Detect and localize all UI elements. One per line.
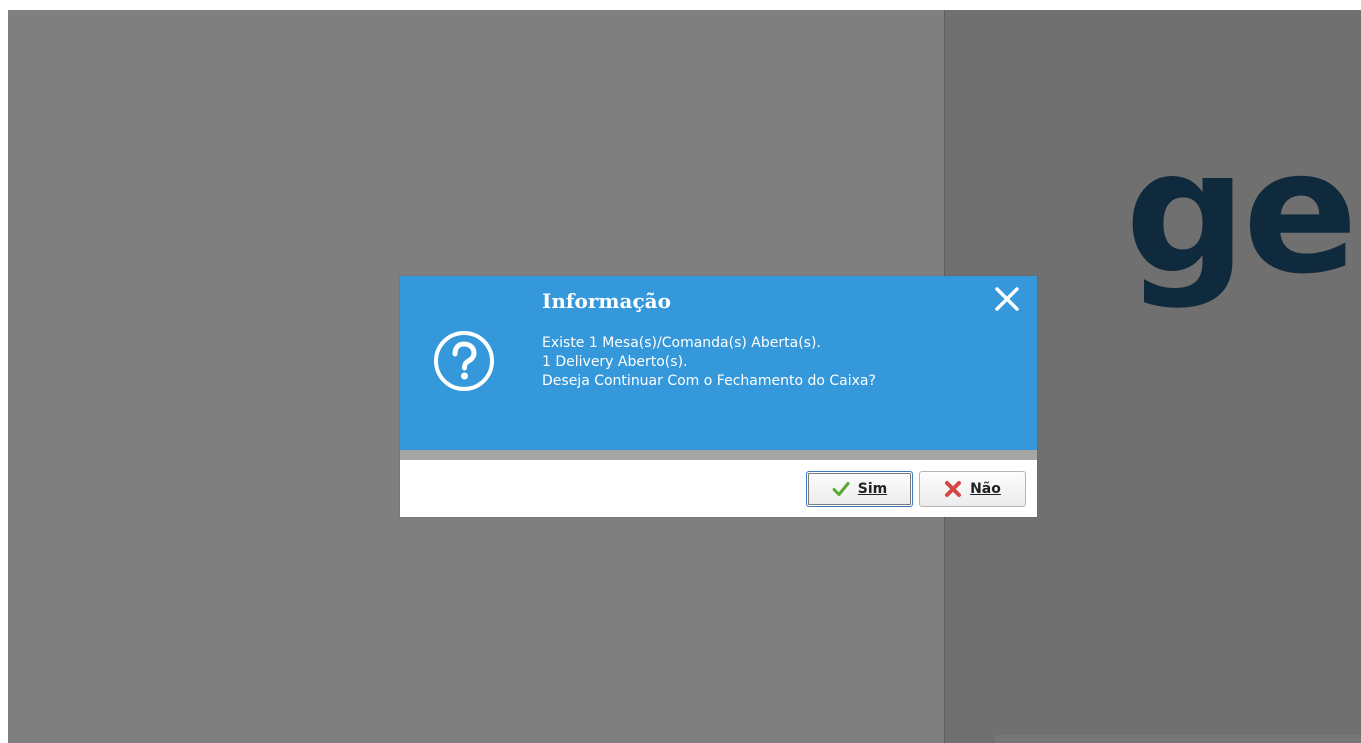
bottom-strip [995,735,1361,743]
message-line: Existe 1 Mesa(s)/Comanda(s) Aberta(s). [542,335,821,351]
message-line: 1 Delivery Aberto(s). [542,354,688,370]
dialog-message: Existe 1 Mesa(s)/Comanda(s) Aberta(s). 1… [542,334,876,391]
message-line: Deseja Continuar Com o Fechamento do Cai… [542,373,876,389]
dialog-separator [400,450,1037,460]
yes-button-label: Sim [857,481,888,497]
checkmark-icon [832,482,850,496]
yes-button[interactable]: Sim [806,471,913,507]
dialog-title: Informação [542,289,671,313]
brand-logo-text: ges [1125,114,1361,312]
no-button-label: Não [970,481,1001,497]
x-mark-icon [945,481,962,497]
no-button[interactable]: Não [919,471,1026,507]
question-circle-icon [434,331,494,391]
confirm-dialog: Informação Existe 1 Mesa(s)/Comanda(s) A… [400,276,1037,517]
close-icon[interactable] [991,283,1023,315]
dialog-header: Informação Existe 1 Mesa(s)/Comanda(s) A… [400,276,1037,450]
